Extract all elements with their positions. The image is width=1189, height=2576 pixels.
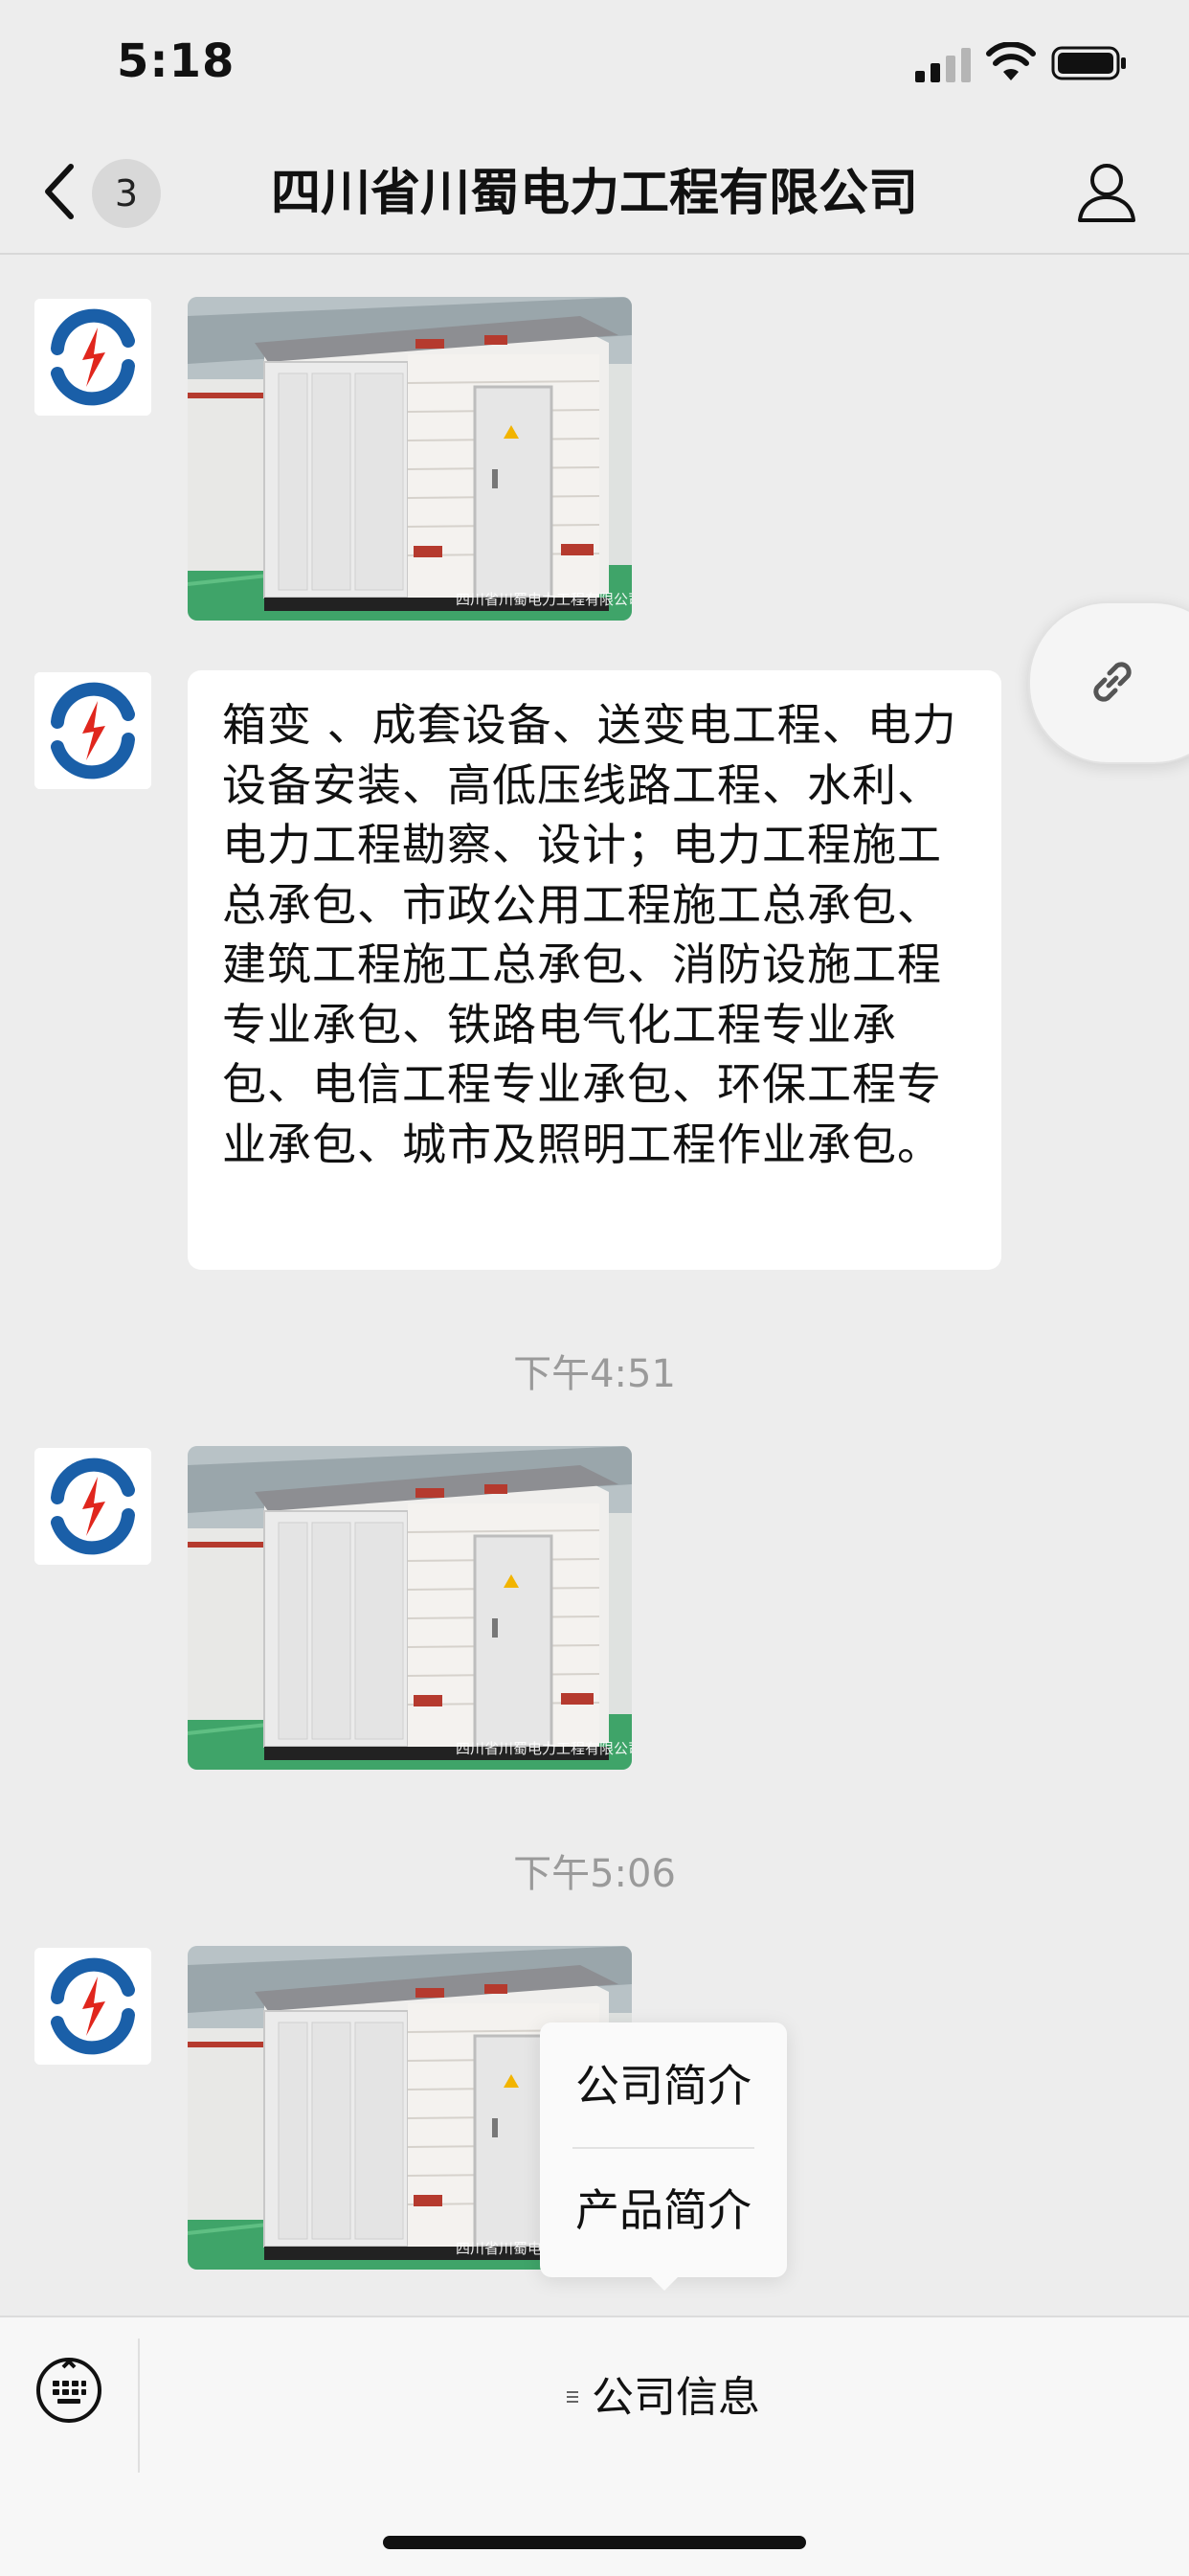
message-bubble[interactable]: 箱变 、成套设备、送变电工程、电力设备安装、高低压线路工程、水利、电力工程勘察、…: [188, 670, 1001, 1270]
popup-pointer: [649, 2275, 680, 2291]
message-timestamp: 下午5:06: [513, 1852, 676, 1896]
company-logo-icon: [34, 1448, 151, 1565]
company-logo-icon: [34, 1948, 151, 2065]
image-watermark: 四川省川蜀电力工程有限公司: [456, 591, 632, 608]
sender-avatar[interactable]: [34, 299, 151, 416]
wifi-icon: [986, 42, 1036, 80]
back-chevron-icon[interactable]: [38, 161, 80, 222]
menu-button-company-info[interactable]: 公司信息: [140, 2317, 1189, 2480]
company-logo-icon: [34, 672, 151, 789]
menu-lines-icon: [567, 2391, 578, 2403]
floating-link-button[interactable]: [1028, 601, 1189, 764]
chat-header: 3 四川省川蜀电力工程有限公司: [0, 134, 1189, 255]
profile-icon[interactable]: [1074, 159, 1139, 224]
message-timestamp: 下午4:51: [513, 1352, 676, 1396]
sender-avatar[interactable]: [34, 672, 151, 789]
transformer-photo: [188, 1446, 632, 1770]
cellular-signal-icon: [915, 48, 971, 82]
keyboard-toggle-icon[interactable]: [34, 2356, 103, 2425]
link-icon: [1093, 662, 1132, 702]
menu-button-label: 公司信息: [592, 2373, 760, 2422]
transformer-photo: [188, 297, 632, 621]
home-indicator[interactable]: [383, 2536, 806, 2549]
message-text: 箱变 、成套设备、送变电工程、电力设备安装、高低压线路工程、水利、电力工程勘察、…: [222, 699, 957, 1170]
image-watermark: 四川省川蜀电力工程有限公司: [456, 1740, 632, 1757]
menu-item-product-intro[interactable]: 产品简介: [540, 2149, 787, 2271]
unread-count-badge[interactable]: 3: [92, 159, 161, 228]
message-image[interactable]: 四川省川蜀电力工程有限公司: [188, 297, 632, 621]
company-logo-icon: [34, 299, 151, 416]
page-title: 四川省川蜀电力工程有限公司: [270, 165, 918, 222]
sender-avatar[interactable]: [34, 1948, 151, 2065]
sender-avatar[interactable]: [34, 1448, 151, 1565]
status-bar: 5:18: [0, 0, 1189, 134]
message-image[interactable]: 四川省川蜀电力工程有限公司: [188, 1446, 632, 1770]
status-time: 5:18: [117, 34, 236, 88]
menu-item-company-intro[interactable]: 公司简介: [540, 2024, 787, 2147]
submenu-popup: 公司简介 产品简介: [540, 2022, 787, 2277]
battery-icon: [1051, 46, 1126, 80]
